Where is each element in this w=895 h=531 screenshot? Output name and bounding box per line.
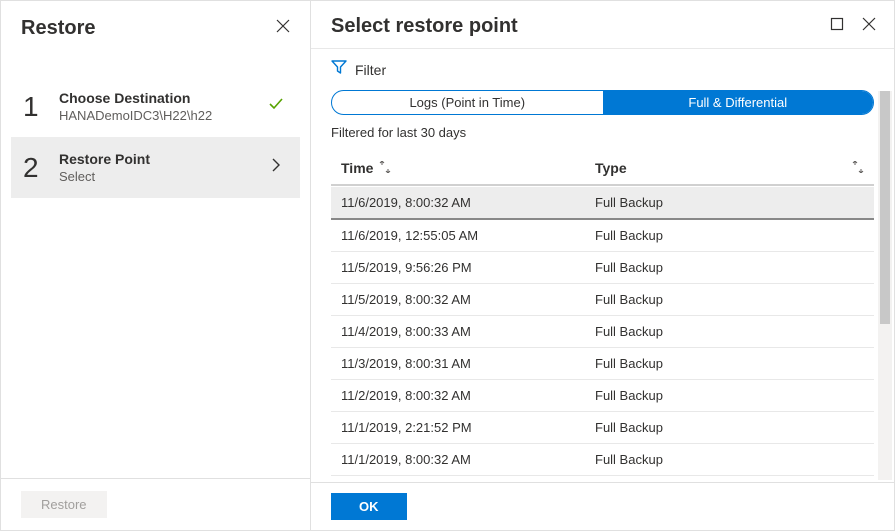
step-body: Choose Destination HANADemoIDC3\H22\h22 [59,90,264,123]
column-header-type[interactable]: Type [595,160,870,176]
restore-title: Restore [21,17,95,40]
table-row[interactable]: 11/6/2019, 12:55:05 AMFull Backup [331,220,874,252]
step-number: 2 [23,152,51,184]
cell-type: Full Backup [595,260,870,275]
step-subtitle: Select [59,169,264,184]
cell-time: 11/5/2019, 8:00:32 AM [335,292,595,307]
step-status [264,158,288,177]
restore-point-content: Logs (Point in Time) Full & Differential… [311,90,894,482]
tab-full-differential[interactable]: Full & Differential [603,91,874,114]
sort-icon [379,160,391,176]
select-panel-title: Select restore point [331,15,518,38]
step-body: Restore Point Select [59,151,264,184]
filter-icon [331,59,347,80]
column-header-time-label: Time [341,160,373,176]
cell-time: 11/6/2019, 8:00:32 AM [335,195,595,210]
step-status [264,95,288,118]
table-row[interactable]: 11/2/2019, 8:00:32 AMFull Backup [331,380,874,412]
cell-type: Full Backup [595,324,870,339]
table-row[interactable]: 11/6/2019, 8:00:32 AMFull Backup [331,187,874,220]
cell-type: Full Backup [595,195,870,210]
scrollbar[interactable] [878,91,892,480]
tab-logs-point-in-time[interactable]: Logs (Point in Time) [332,91,603,114]
close-icon[interactable] [860,15,878,38]
restore-points-table-body: 11/6/2019, 8:00:32 AMFull Backup11/6/201… [331,186,874,476]
table-row[interactable]: 11/3/2019, 8:00:31 AMFull Backup [331,348,874,380]
step-title: Restore Point [59,151,264,167]
chevron-right-icon [271,158,281,177]
ok-button[interactable]: OK [331,493,407,520]
table-row[interactable]: 11/1/2019, 8:00:32 AMFull Backup [331,444,874,476]
step-number: 1 [23,91,51,123]
restore-points-table-header: Time Type [331,152,874,186]
restore-panel-footer: Restore [1,478,310,530]
column-header-type-label: Type [595,160,627,176]
cell-time: 11/6/2019, 12:55:05 AM [335,228,595,243]
cell-type: Full Backup [595,292,870,307]
restore-button[interactable]: Restore [21,491,107,518]
step-subtitle: HANADemoIDC3\H22\h22 [59,108,264,123]
scrollbar-thumb[interactable] [880,91,890,324]
wizard-steps: 1 Choose Destination HANADemoIDC3\H22\h22 2… [1,52,310,208]
backup-type-tabs: Logs (Point in Time) Full & Differential [331,90,874,115]
cell-time: 11/3/2019, 8:00:31 AM [335,356,595,371]
table-row[interactable]: 11/5/2019, 9:56:26 PMFull Backup [331,252,874,284]
cell-time: 11/5/2019, 9:56:26 PM [335,260,595,275]
select-panel-footer: OK [311,482,894,530]
cell-type: Full Backup [595,388,870,403]
cell-type: Full Backup [595,356,870,371]
cell-time: 11/1/2019, 8:00:32 AM [335,452,595,467]
cell-type: Full Backup [595,228,870,243]
cell-time: 11/1/2019, 2:21:52 PM [335,420,595,435]
cell-time: 11/2/2019, 8:00:32 AM [335,388,595,403]
wizard-step-1[interactable]: 1 Choose Destination HANADemoIDC3\H22\h22 [11,76,300,137]
maximize-icon[interactable] [828,15,846,38]
restore-panel: Restore 1 Choose Destination HANADemoIDC3\… [1,1,311,530]
table-row[interactable]: 11/4/2019, 8:00:33 AMFull Backup [331,316,874,348]
filtered-status-text: Filtered for last 30 days [331,125,874,140]
check-icon [267,95,285,118]
select-panel-header-actions [828,15,878,38]
table-row[interactable]: 11/5/2019, 8:00:32 AMFull Backup [331,284,874,316]
sort-icon [852,160,864,176]
filter-row[interactable]: Filter [311,49,894,90]
step-title: Choose Destination [59,90,264,106]
cell-type: Full Backup [595,452,870,467]
column-header-time[interactable]: Time [335,160,595,176]
select-restore-point-panel: Select restore point Filter Logs (Point … [311,1,894,530]
select-panel-header: Select restore point [311,1,894,49]
cell-time: 11/4/2019, 8:00:33 AM [335,324,595,339]
restore-panel-header: Restore [1,1,310,52]
table-row[interactable]: 11/1/2019, 2:21:52 PMFull Backup [331,412,874,444]
close-icon[interactable] [272,15,294,42]
wizard-step-2[interactable]: 2 Restore Point Select [11,137,300,198]
filter-label: Filter [355,62,386,78]
cell-type: Full Backup [595,420,870,435]
